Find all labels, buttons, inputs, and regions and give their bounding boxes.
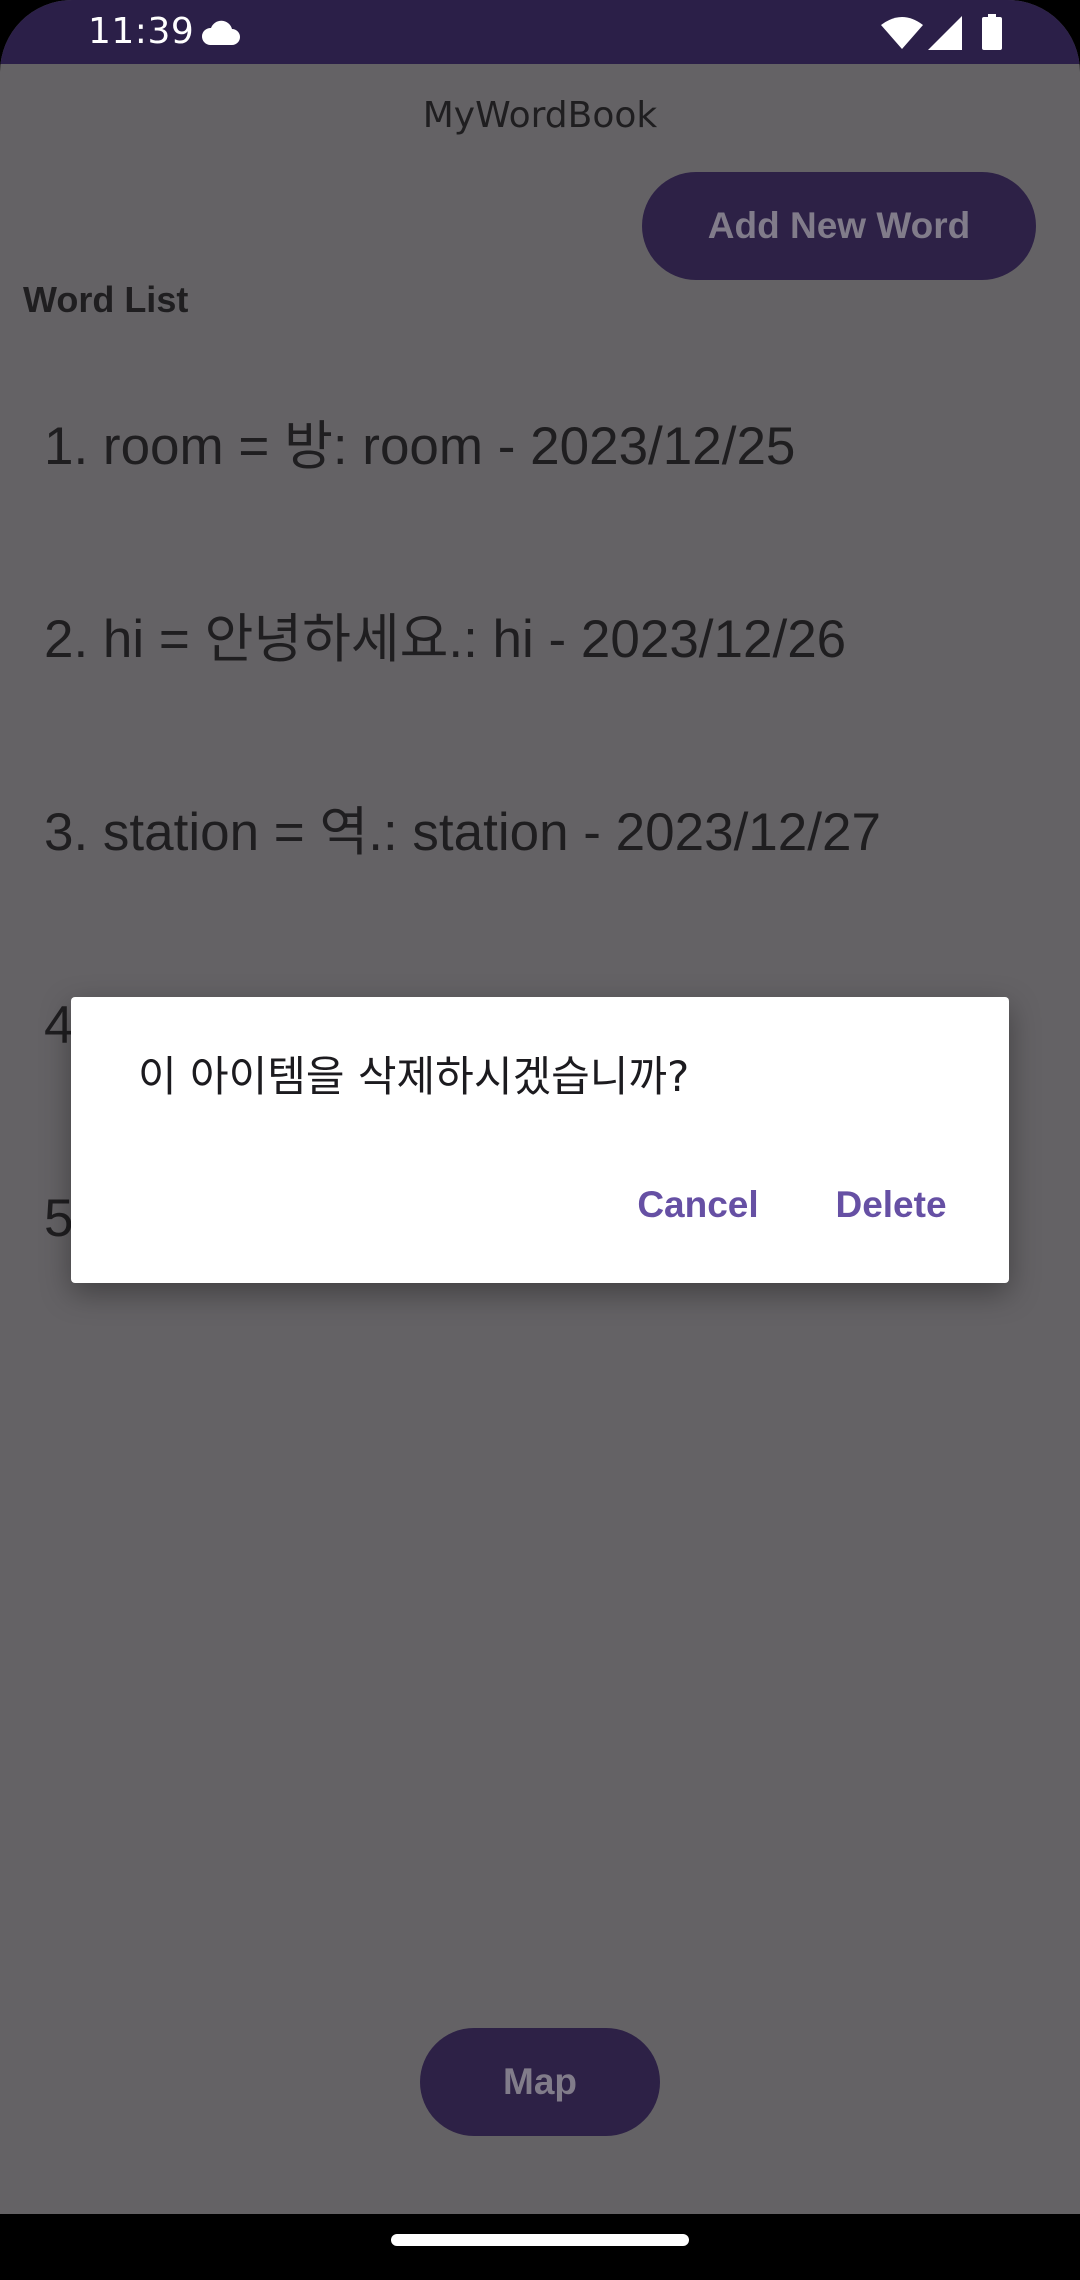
word-list-item[interactable]: 1. room = 방: room - 2023/12/25 [44,412,795,482]
navigation-bar [0,2214,1080,2280]
add-new-word-button[interactable]: Add New Word [642,172,1036,280]
word-list-heading: Word List [23,279,189,320]
battery-icon [982,14,1002,50]
screen: 11:39 MyWordBook Add New Word Word List … [0,0,1080,2280]
cancel-button[interactable]: Cancel [633,1173,763,1237]
dialog-message: 이 아이템을 삭제하시겠습니까? [138,1052,690,1101]
cloud-icon [201,20,240,45]
app-title: MyWordBook [422,95,658,136]
word-list-item[interactable]: 3. station = 역.: station - 2023/12/27 [44,798,881,868]
word-list-item[interactable]: 5 [44,1184,73,1254]
word-list-item[interactable]: 4 [44,991,73,1061]
map-button[interactable]: Map [420,2028,660,2136]
status-bar: 11:39 [0,0,1080,64]
delete-confirm-dialog: 이 아이템을 삭제하시겠습니까? Cancel Delete [71,997,1009,1283]
signal-icon [928,16,962,50]
delete-button[interactable]: Delete [825,1173,957,1237]
home-gesture-handle[interactable] [391,2234,689,2246]
wifi-icon [881,17,923,49]
status-time: 11:39 [88,11,195,52]
word-list-item[interactable]: 2. hi = 안녕하세요.: hi - 2023/12/26 [44,605,846,675]
